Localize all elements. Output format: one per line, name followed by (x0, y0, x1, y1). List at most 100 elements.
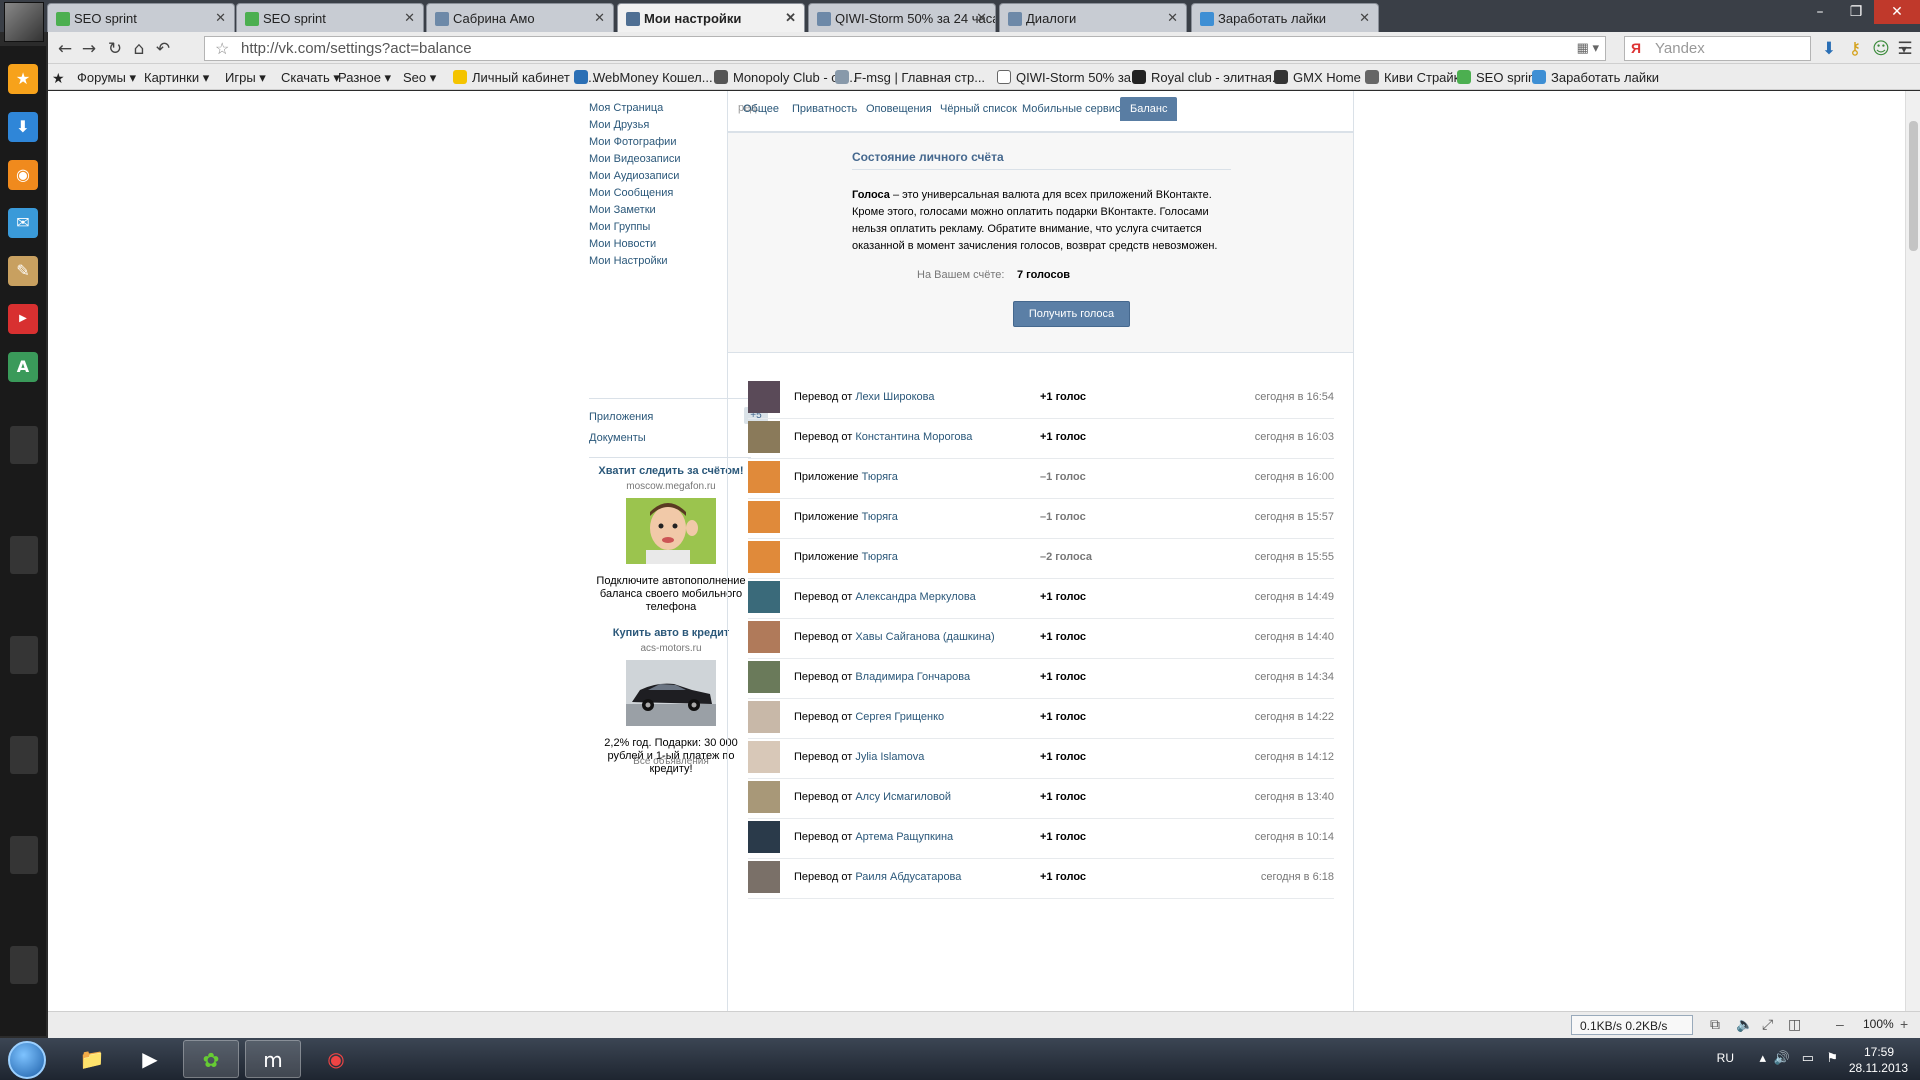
start-button-icon[interactable] (8, 1041, 46, 1079)
icq-icon[interactable]: ✿ (183, 1040, 239, 1078)
browser-tab[interactable]: SEO sprint ✕ (236, 3, 424, 32)
ad-image-car[interactable] (626, 660, 716, 726)
transaction-avatar[interactable] (748, 581, 780, 613)
bookmark-item[interactable]: QIWI-Storm 50% за ... (997, 70, 1146, 85)
transaction-avatar[interactable] (748, 421, 780, 453)
scrollbar-thumb[interactable] (1909, 121, 1918, 251)
settings-tab[interactable]: Приватность (792, 103, 857, 115)
tab-close-icon[interactable]: ✕ (594, 10, 605, 26)
menu-item[interactable]: Мои Группы (589, 221, 650, 233)
transaction-source-link[interactable]: Александра Меркулова (855, 591, 975, 603)
user-avatar-icon[interactable] (4, 2, 44, 42)
bookmark-item[interactable]: Заработать лайки (1532, 70, 1659, 85)
browser-tab[interactable]: SEO sprint ✕ (47, 3, 235, 32)
menu-item[interactable]: Мои Заметки (589, 204, 656, 216)
transaction-avatar[interactable] (748, 541, 780, 573)
bookmark-item[interactable]: Форумы ▾ (77, 70, 136, 86)
transaction-avatar[interactable] (748, 741, 780, 773)
settings-menu-icon[interactable]: ☰ (1894, 38, 1916, 60)
transaction-source-link[interactable]: Константина Морогова (855, 431, 972, 443)
translate-icon[interactable]: A (8, 352, 38, 382)
favorite-star-icon[interactable]: ★ (8, 64, 38, 94)
transaction-source-link[interactable]: Хавы Сайганова (дашкина) (855, 631, 994, 643)
chrome-icon[interactable]: ◉ (308, 1040, 364, 1078)
tab-close-icon[interactable]: ✕ (1359, 10, 1370, 26)
bookmark-item[interactable]: Игры ▾ (225, 70, 266, 86)
transaction-source-link[interactable]: Тюряга (862, 511, 898, 523)
tab-close-icon[interactable]: ✕ (215, 10, 226, 26)
close-icon[interactable]: ✕ (1874, 0, 1920, 24)
transaction-avatar[interactable] (748, 621, 780, 653)
key-icon[interactable]: ⚷ (1844, 38, 1866, 60)
menu-item[interactable]: Мои Аудиозаписи (589, 170, 679, 182)
bookmark-star-icon[interactable]: ☆ (215, 39, 229, 59)
menu-item[interactable]: Мои Друзья (589, 119, 649, 131)
bookmark-item[interactable]: Киви Страйк (1365, 70, 1459, 85)
search-input[interactable]: Я Yandex (1624, 36, 1811, 61)
rss-icon[interactable]: ◉ (8, 160, 38, 190)
zoom-out-icon[interactable]: – (1836, 1016, 1844, 1032)
page-scrollbar[interactable] (1905, 91, 1920, 1011)
transaction-avatar[interactable] (748, 701, 780, 733)
media-player-icon[interactable]: ▶ (122, 1040, 178, 1078)
settings-tab[interactable]: Мобильные сервисы (1022, 103, 1128, 115)
settings-tab[interactable]: Чёрный список (940, 103, 1017, 115)
address-bar-buttons-icon[interactable]: ▦ ▾ (1577, 40, 1599, 56)
screenshot-icon[interactable]: ⧉ (1710, 1016, 1720, 1033)
clock-time[interactable]: 17:59 (1864, 1045, 1894, 1059)
forward-icon[interactable]: → (78, 38, 100, 60)
network-icon[interactable]: ▭ (1802, 1050, 1814, 1066)
fullscreen-icon[interactable]: ⤢ (1762, 1016, 1773, 1033)
browser-tab[interactable]: Заработать лайки ✕ (1191, 3, 1379, 32)
bookmark-item[interactable]: WebMoney Кошел... (574, 70, 713, 85)
menu-item[interactable]: Мои Сообщения (589, 187, 673, 199)
browser-tab[interactable]: Диалоги ✕ (999, 3, 1187, 32)
menu-item[interactable]: Мои Настройки (589, 255, 668, 267)
home-icon[interactable]: ⌂ (128, 38, 150, 60)
transaction-source-link[interactable]: Владимира Гончарова (855, 671, 970, 683)
tab-close-icon[interactable]: ✕ (404, 10, 415, 26)
bookmark-item[interactable]: Картинки ▾ (144, 70, 209, 86)
download-dock-icon[interactable]: ⬇ (8, 112, 38, 142)
transaction-source-link[interactable]: Раиля Абдусатарова (855, 871, 961, 883)
language-indicator[interactable]: RU (1717, 1051, 1734, 1065)
tab-balance[interactable]: Баланс (1120, 97, 1178, 121)
transaction-source-link[interactable]: Тюряга (862, 551, 898, 563)
address-bar[interactable]: ☆ http://vk.com/settings?act=balance ▦ ▾ (204, 36, 1606, 61)
minimize-icon[interactable]: – (1802, 0, 1838, 24)
menu-item-apps[interactable]: Приложения (589, 411, 653, 423)
clock-date[interactable]: 28.11.2013 (1849, 1061, 1908, 1075)
bookmark-item[interactable]: SEO sprint (1457, 70, 1539, 85)
tab-close-icon[interactable]: ✕ (976, 10, 987, 26)
transaction-avatar[interactable] (748, 381, 780, 413)
menu-item[interactable]: Мои Фотографии (589, 136, 676, 148)
transaction-avatar[interactable] (748, 781, 780, 813)
maximize-icon[interactable]: ❐ (1838, 0, 1874, 24)
tab-close-icon[interactable]: ✕ (1167, 10, 1178, 26)
transaction-source-link[interactable]: Артема Ращупкина (855, 831, 953, 843)
browser-tab[interactable]: Сабрина Амо ✕ (426, 3, 614, 32)
tray-arrow-icon[interactable]: ▴ (1759, 1050, 1766, 1066)
browser-tab[interactable]: Мои настройки ✕ (617, 3, 805, 32)
youtube-icon[interactable]: ▶ (8, 304, 38, 334)
settings-tab[interactable]: Общее (743, 103, 779, 115)
action-center-icon[interactable]: ⚑ (1826, 1050, 1838, 1066)
zoom-in-icon[interactable]: + (1900, 1016, 1908, 1032)
transaction-avatar[interactable] (748, 461, 780, 493)
split-view-icon[interactable]: ◫ (1788, 1016, 1801, 1033)
menu-item[interactable]: Мои Новости (589, 238, 656, 250)
bookmarks-star-icon[interactable]: ★ (52, 70, 65, 87)
bookmark-item[interactable]: Royal club - элитная... (1132, 70, 1283, 85)
bookmark-item[interactable]: Разное ▾ (338, 70, 391, 86)
get-votes-button[interactable]: Получить голоса (1013, 301, 1130, 327)
menu-item[interactable]: Моя Страница (589, 102, 663, 114)
menu-item[interactable]: Мои Видеозаписи (589, 153, 681, 165)
ad-image-boy[interactable] (626, 498, 716, 564)
undo-close-icon[interactable]: ↶ (152, 38, 174, 60)
notepad-icon[interactable]: ✎ (8, 256, 38, 286)
user-add-icon[interactable]: ☺ (1870, 38, 1892, 60)
transaction-source-link[interactable]: Тюряга (862, 471, 898, 483)
explorer-icon[interactable]: 📁 (64, 1040, 120, 1078)
bookmark-item[interactable]: Seo ▾ (403, 70, 436, 86)
transaction-avatar[interactable] (748, 501, 780, 533)
